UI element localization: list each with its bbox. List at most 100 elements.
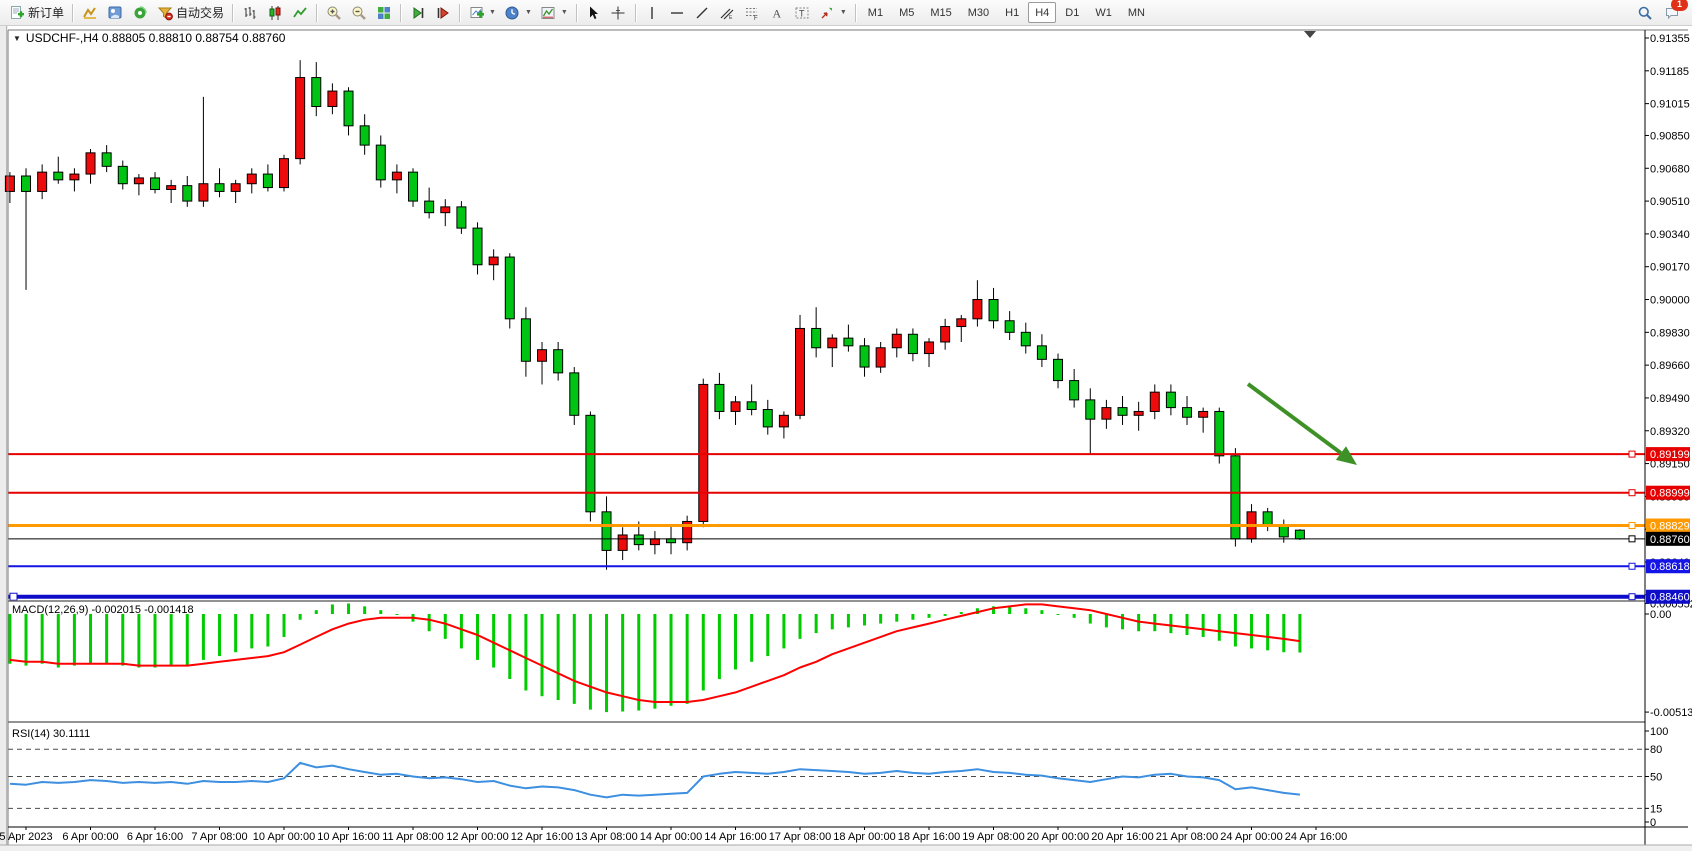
timeframe-button-h4[interactable]: H4 — [1028, 2, 1056, 23]
rsi-axis-tick: 0 — [1650, 817, 1656, 829]
periods-button[interactable]: ▼ — [500, 1, 536, 24]
toolbar-separator — [232, 4, 233, 22]
tile-windows-icon — [375, 5, 392, 21]
macd-histogram-bar — [1105, 614, 1108, 627]
macd-histogram-bar — [1250, 614, 1253, 648]
candle-body — [908, 334, 917, 353]
candlestick-chart-button[interactable] — [262, 1, 287, 24]
candle-body — [779, 415, 788, 427]
trendline-icon — [694, 5, 711, 21]
templates-button[interactable]: ▼ — [536, 1, 572, 24]
macd-histogram-bar — [299, 614, 302, 620]
arrows-icon — [819, 5, 836, 21]
macd-histogram-bar — [460, 614, 463, 648]
vertical-line-button[interactable] — [640, 1, 665, 24]
macd-histogram-bar — [605, 614, 608, 712]
macd-histogram-bar — [250, 614, 253, 648]
toolbar-separator — [459, 4, 460, 22]
macd-histogram-bar — [137, 614, 140, 668]
price-axis-tick: 0.90850 — [1650, 130, 1690, 142]
macd-histogram-bar — [718, 614, 721, 679]
candle-body — [1086, 400, 1095, 419]
candle-body — [296, 78, 305, 159]
chart-shift-button[interactable] — [430, 1, 455, 24]
horizontal-line-button[interactable] — [665, 1, 690, 24]
chart-shift-icon — [434, 5, 451, 21]
candle-body — [328, 91, 337, 106]
macd-histogram-bar — [476, 614, 479, 660]
price-chart-canvas[interactable]: 0.913550.911850.910150.908500.906800.905… — [0, 26, 1692, 851]
candle-body — [376, 145, 385, 180]
trendline-button[interactable] — [690, 1, 715, 24]
text-icon: A — [769, 5, 786, 21]
macd-histogram-bar — [1298, 614, 1301, 653]
toolbar-separator — [316, 4, 317, 22]
macd-histogram-bar — [283, 614, 286, 637]
timeframe-button-m15[interactable]: M15 — [923, 2, 958, 23]
candle-body — [392, 172, 401, 180]
price-axis-tick: 0.91355 — [1650, 33, 1690, 45]
channel-icon: E — [719, 5, 736, 21]
timeframe-button-mn[interactable]: MN — [1121, 2, 1152, 23]
search-button[interactable] — [1632, 1, 1657, 24]
time-axis-label: 10 Apr 00:00 — [253, 831, 315, 843]
line-chart-button[interactable] — [287, 1, 312, 24]
macd-histogram-bar — [734, 614, 737, 669]
candle-body — [925, 342, 934, 354]
timeframe-button-w1[interactable]: W1 — [1088, 2, 1119, 23]
candle-body — [892, 334, 901, 348]
market-watch-button[interactable] — [77, 1, 102, 24]
text-label-button[interactable]: T — [790, 1, 815, 24]
zoom-in-button[interactable] — [321, 1, 346, 24]
candle-body — [231, 184, 240, 192]
templates-icon — [540, 5, 557, 21]
toolbar-separator — [400, 4, 401, 22]
candle-body — [699, 384, 708, 521]
notifications-button[interactable]: 1 — [1659, 1, 1684, 24]
candle-body — [1021, 332, 1030, 346]
timeframe-button-d1[interactable]: D1 — [1058, 2, 1086, 23]
line-anchor-handle — [1629, 563, 1635, 569]
auto-trading-button[interactable]: 自动交易 — [152, 1, 228, 24]
line-anchor-handle — [1629, 451, 1635, 457]
tile-windows-button[interactable] — [371, 1, 396, 24]
indicators-button[interactable]: ▼ — [464, 1, 500, 24]
candle-body — [715, 384, 724, 411]
candle-body — [1150, 392, 1159, 411]
crosshair-button[interactable] — [606, 1, 631, 24]
timeframe-button-h1[interactable]: H1 — [998, 2, 1026, 23]
macd-histogram-bar — [363, 606, 366, 614]
macd-histogram-bar — [1234, 614, 1237, 647]
price-axis-tick: 0.91015 — [1650, 99, 1690, 111]
rsi-axis-tick: 80 — [1650, 744, 1662, 756]
new-order-button[interactable]: 新订单 — [4, 1, 68, 24]
candle-body — [973, 300, 982, 319]
macd-histogram-bar — [8, 614, 11, 664]
auto-scroll-button[interactable] — [405, 1, 430, 24]
time-axis-label: 20 Apr 00:00 — [1027, 831, 1089, 843]
candle-body — [312, 78, 321, 107]
navigator-button[interactable] — [102, 1, 127, 24]
collapse-chart-arrow-icon[interactable]: ▼ — [13, 34, 21, 43]
cursor-button[interactable] — [581, 1, 606, 24]
timeframe-button-m30[interactable]: M30 — [961, 2, 996, 23]
timeframe-button-m5[interactable]: M5 — [892, 2, 921, 23]
text-button[interactable]: A — [765, 1, 790, 24]
channel-button[interactable]: E — [715, 1, 740, 24]
terminal-button[interactable] — [127, 1, 152, 24]
candle-body — [1102, 408, 1111, 420]
macd-histogram-bar — [1073, 614, 1076, 618]
auto-trading-label: 自动交易 — [176, 4, 224, 21]
fibonacci-button[interactable]: F — [740, 1, 765, 24]
chart-symbol-title[interactable]: ▼ USDCHF-,H4 0.88805 0.88810 0.88754 0.8… — [13, 31, 285, 45]
macd-histogram-bar — [1040, 610, 1043, 614]
toolbar-separator — [72, 4, 73, 22]
arrows-button[interactable]: ▼ — [815, 1, 851, 24]
zoom-out-button[interactable] — [346, 1, 371, 24]
time-axis-label: 5 Apr 2023 — [0, 831, 53, 843]
candle-body — [650, 539, 659, 545]
time-axis-label: 17 Apr 08:00 — [769, 831, 831, 843]
bar-chart-button[interactable] — [237, 1, 262, 24]
candle-body — [860, 346, 869, 367]
timeframe-button-m1[interactable]: M1 — [861, 2, 890, 23]
